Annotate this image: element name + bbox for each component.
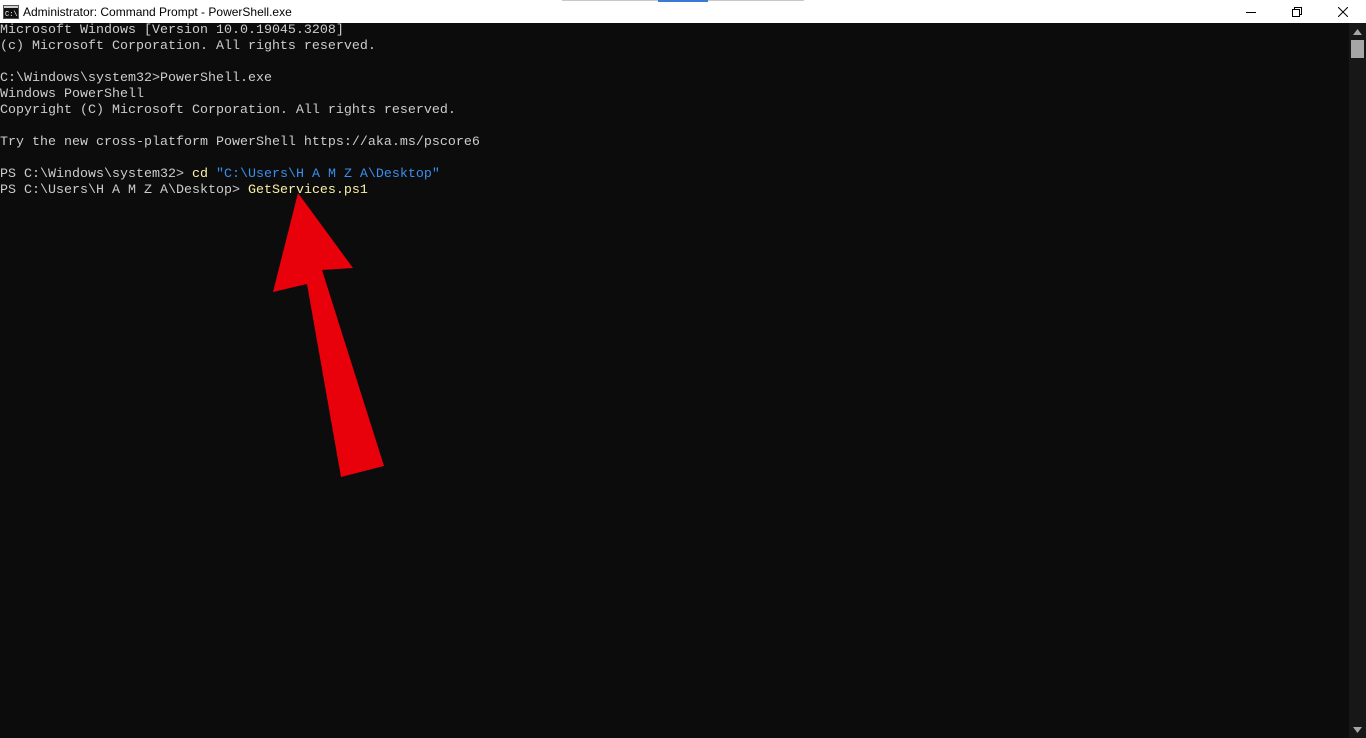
prompt-line-cd: PS C:\Windows\system32> cd "C:\Users\H A… bbox=[0, 167, 1349, 183]
console-line: Copyright (C) Microsoft Corporation. All… bbox=[0, 103, 456, 118]
restore-icon bbox=[1292, 6, 1302, 17]
svg-text:C:\: C:\ bbox=[5, 11, 18, 18]
active-indicator bbox=[658, 0, 708, 2]
close-icon bbox=[1338, 6, 1348, 17]
command-text: GetServices.ps1 bbox=[247, 183, 368, 198]
powershell-window: C:\ Administrator: Command Prompt - Powe… bbox=[0, 0, 1366, 738]
minimize-icon bbox=[1246, 11, 1256, 13]
console-line: C:\Windows\system32>PowerShell.exe bbox=[0, 71, 272, 86]
command-text: cd bbox=[191, 167, 208, 182]
close-button[interactable] bbox=[1320, 0, 1366, 23]
scroll-down-button[interactable] bbox=[1349, 721, 1366, 738]
console-line: (c) Microsoft Corporation. All rights re… bbox=[0, 39, 376, 54]
cmd-icon: C:\ bbox=[3, 4, 19, 19]
console-output[interactable]: Microsoft Windows [Version 10.0.19045.32… bbox=[0, 23, 1349, 738]
scroll-up-button[interactable] bbox=[1349, 23, 1366, 40]
scroll-thumb[interactable] bbox=[1351, 40, 1364, 58]
console-line: Windows PowerShell bbox=[0, 87, 144, 102]
prompt-prefix: PS C:\Windows\system32> bbox=[0, 167, 192, 182]
chevron-down-icon bbox=[1353, 726, 1362, 733]
prompt-prefix: PS C:\Users\H A M Z A\Desktop> bbox=[0, 183, 248, 198]
minimize-button[interactable] bbox=[1228, 0, 1274, 23]
console-line: Try the new cross-platform PowerShell ht… bbox=[0, 135, 480, 150]
command-argument: "C:\Users\H A M Z A\Desktop" bbox=[215, 167, 440, 182]
console-line: Microsoft Windows [Version 10.0.19045.32… bbox=[0, 23, 344, 38]
restore-button[interactable] bbox=[1274, 0, 1320, 23]
window-controls bbox=[1228, 0, 1366, 23]
prompt-line-run: PS C:\Users\H A M Z A\Desktop> GetServic… bbox=[0, 183, 1349, 199]
title-bar[interactable]: C:\ Administrator: Command Prompt - Powe… bbox=[0, 0, 1366, 23]
chevron-up-icon bbox=[1353, 28, 1362, 35]
window-title: Administrator: Command Prompt - PowerShe… bbox=[23, 4, 292, 19]
vertical-scrollbar[interactable] bbox=[1349, 23, 1366, 738]
